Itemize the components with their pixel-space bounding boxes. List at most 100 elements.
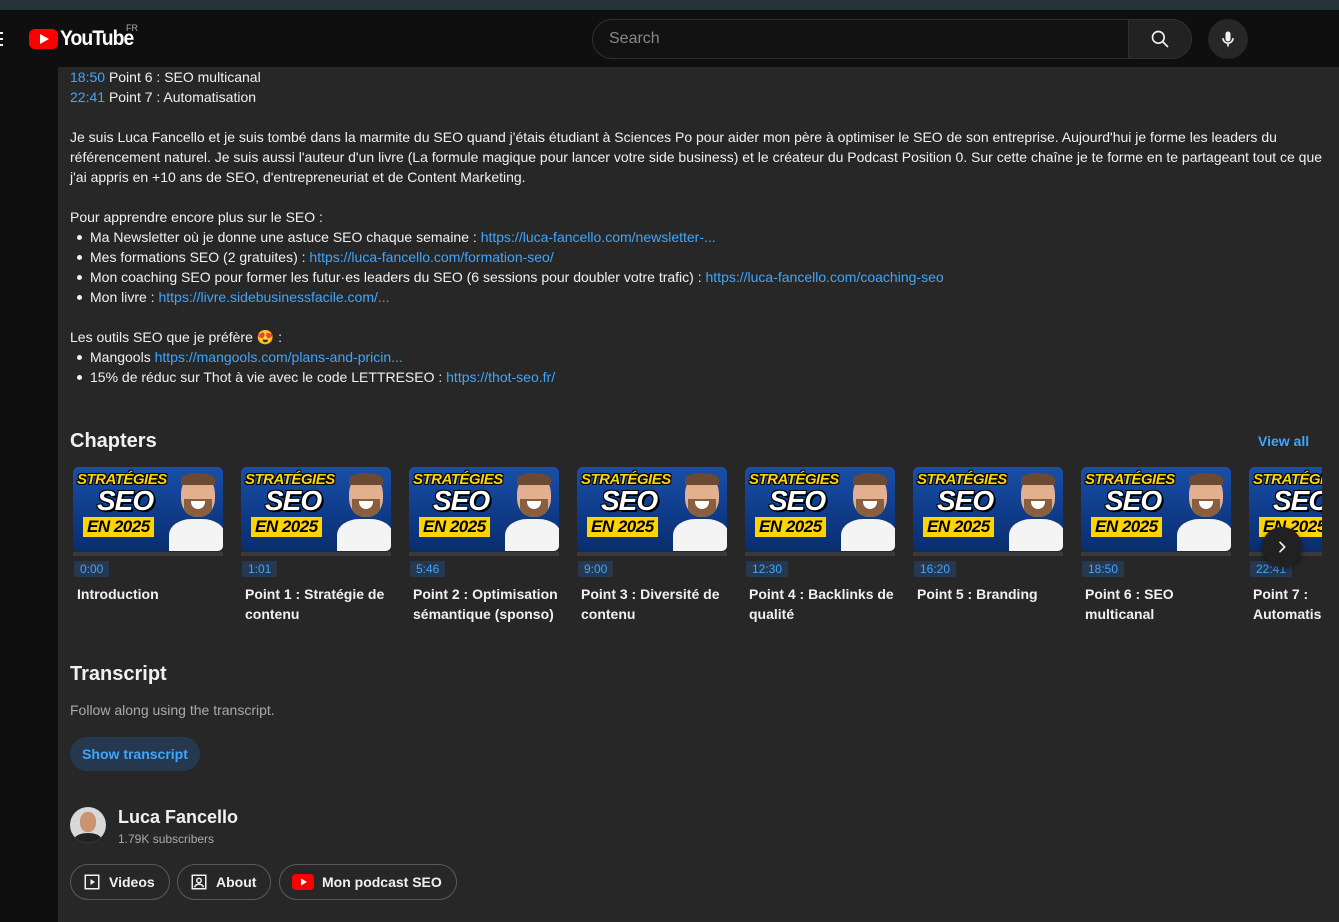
chapter-title: Point 6 : SEO multicanal bbox=[1085, 586, 1174, 622]
description-chapter-line: 22:41 Point 7 : Automatisation bbox=[70, 89, 257, 105]
window-top-strip bbox=[0, 0, 1339, 10]
chapter-timestamp: 18:50 bbox=[1082, 561, 1125, 577]
list-item: Mon livre : https://livre.sidebusinessfa… bbox=[70, 287, 1330, 307]
chapter-card[interactable]: STRATÉGIES SEO EN 2025 5:46 Point 2 : Optimi… bbox=[406, 463, 574, 633]
thumbnail-text: EN 2025 bbox=[587, 517, 658, 537]
presenter-image bbox=[337, 469, 391, 551]
chapter-progress-bar bbox=[577, 552, 727, 556]
presenter-image bbox=[673, 469, 727, 551]
chapter-thumbnail[interactable]: STRATÉGIESSEOEN 2025 bbox=[745, 467, 895, 551]
subscriber-count: 1.79K subscribers bbox=[118, 832, 215, 846]
thumbnail-text: EN 2025 bbox=[83, 517, 154, 537]
search-icon bbox=[1151, 30, 1169, 48]
chapter-card[interactable]: STRATÉGIES SEO EN 2025 1:01 Point 1 : Straté… bbox=[238, 463, 406, 633]
chapters-title: Chapters bbox=[70, 430, 157, 452]
channel-bio: Je suis Luca Fancello et je suis tombé d… bbox=[70, 129, 1323, 185]
external-link[interactable]: https://luca-fancello.com/newsletter-... bbox=[481, 229, 716, 245]
profile-card-icon bbox=[191, 874, 207, 890]
chapter-card[interactable]: STRATÉGIES SEO EN 2025 18:50 Point 6 : SEO m… bbox=[1078, 463, 1246, 633]
about-button[interactable]: About bbox=[177, 864, 272, 900]
chapter-thumbnail[interactable]: STRATÉGIESSEOEN 2025 bbox=[73, 467, 223, 551]
chapter-progress-bar bbox=[409, 552, 559, 556]
thumbnail-text: SEO bbox=[937, 485, 994, 516]
list-item: Ma Newsletter où je donne une astuce SEO… bbox=[70, 227, 1330, 247]
chapter-title: Point 4 : Backlinks de qualité bbox=[749, 586, 894, 622]
chapter-thumbnail[interactable]: STRATÉGIESSEOEN 2025 bbox=[1081, 467, 1231, 551]
channel-avatar[interactable] bbox=[70, 807, 106, 843]
country-code: FR bbox=[126, 23, 138, 33]
presenter-image bbox=[841, 469, 895, 551]
thumbnail-text: SEO bbox=[265, 485, 322, 516]
chapter-title: Introduction bbox=[77, 586, 159, 602]
chapter-progress-bar bbox=[241, 552, 391, 556]
timestamp-link[interactable]: 18:50 bbox=[70, 69, 105, 85]
search-box bbox=[592, 19, 1129, 59]
thumbnail-text: SEO bbox=[433, 485, 490, 516]
list-item: Mon coaching SEO pour former les futur·e… bbox=[70, 267, 1330, 287]
thumbnail-text: EN 2025 bbox=[755, 517, 826, 537]
presenter-image bbox=[1177, 469, 1231, 551]
chapter-card[interactable]: STRATÉGIES SEO EN 2025 12:30 Point 4 : Backl… bbox=[742, 463, 910, 633]
chapter-timestamp: 9:00 bbox=[578, 561, 614, 577]
show-transcript-button[interactable]: Show transcript bbox=[70, 737, 200, 771]
chapter-title: Point 2 : Optimisation sémantique (spons… bbox=[413, 586, 558, 622]
chapter-card[interactable]: STRATÉGIES SEO EN 2025 9:00 Point 3 : Divers… bbox=[574, 463, 742, 633]
tools-heading: Les outils SEO que je préfère 😍 : bbox=[70, 329, 282, 345]
thumbnail-text: SEO bbox=[769, 485, 826, 516]
timestamp-link[interactable]: 22:41 bbox=[70, 89, 105, 105]
thumbnail-text: EN 2025 bbox=[1091, 517, 1162, 537]
thumbnail-text: EN 2025 bbox=[923, 517, 994, 537]
external-link[interactable]: https://thot-seo.fr/ bbox=[446, 369, 555, 385]
chapter-thumbnail[interactable]: STRATÉGIESSEOEN 2025 bbox=[409, 467, 559, 551]
left-gutter bbox=[0, 67, 58, 922]
channel-name[interactable]: Luca Fancello bbox=[118, 807, 238, 828]
play-box-icon bbox=[84, 874, 100, 890]
search-button[interactable] bbox=[1128, 19, 1192, 59]
chapters-next-button[interactable] bbox=[1262, 527, 1302, 567]
thumbnail-text: SEO bbox=[601, 485, 658, 516]
chapter-thumbnail[interactable]: STRATÉGIESSEOEN 2025 bbox=[913, 467, 1063, 551]
external-link[interactable]: https://luca-fancello.com/coaching-seo bbox=[706, 269, 944, 285]
presenter-image bbox=[1009, 469, 1063, 551]
videos-button[interactable]: Videos bbox=[70, 864, 170, 900]
podcast-button[interactable]: Mon podcast SEO bbox=[279, 864, 457, 900]
chapter-progress-bar bbox=[73, 552, 223, 556]
search-input[interactable] bbox=[593, 20, 1128, 58]
external-link[interactable]: https://luca-fancello.com/formation-seo/ bbox=[309, 249, 553, 265]
chapter-timestamp: 1:01 bbox=[242, 561, 278, 577]
thumbnail-text: SEO bbox=[97, 485, 154, 516]
chapter-progress-bar bbox=[1081, 552, 1231, 556]
list-item: Mes formations SEO (2 gratuites) : https… bbox=[70, 247, 1330, 267]
external-link[interactable]: https://livre.sidebusinessfacile.com/... bbox=[158, 289, 389, 305]
chapter-title: Point 3 : Diversité de contenu bbox=[581, 586, 720, 622]
chapter-thumbnail[interactable]: STRATÉGIESSEOEN 2025 bbox=[577, 467, 727, 551]
chapter-timestamp: 16:20 bbox=[914, 561, 957, 577]
menu-icon[interactable] bbox=[0, 32, 4, 48]
presenter-image bbox=[169, 469, 223, 551]
clipped-line bbox=[70, 59, 1330, 67]
description-panel: 18:50 Point 6 : SEO multicanal 22:41 Poi… bbox=[58, 67, 1339, 922]
tools-list: Mangools https://mangools.com/plans-and-… bbox=[70, 347, 1330, 387]
chapter-title: Point 7 : Automatisation bbox=[1253, 586, 1322, 622]
youtube-logo[interactable]: YouTube FR bbox=[29, 23, 140, 50]
thumbnail-text: EN 2025 bbox=[251, 517, 322, 537]
description-chapter-line: 18:50 Point 6 : SEO multicanal bbox=[70, 69, 261, 85]
youtube-icon bbox=[292, 874, 314, 890]
voice-search-button[interactable] bbox=[1208, 19, 1248, 59]
chevron-right-icon bbox=[1279, 541, 1286, 553]
chapters-carousel: STRATÉGIES SEO EN 2025 0:00 Introduction STRA… bbox=[70, 463, 1322, 633]
microphone-icon bbox=[1222, 31, 1234, 47]
list-item: Mangools https://mangools.com/plans-and-… bbox=[70, 347, 1330, 367]
chapter-progress-bar bbox=[745, 552, 895, 556]
view-all-chapters-link[interactable]: View all bbox=[1258, 433, 1309, 449]
chapter-title: Point 1 : Stratégie de contenu bbox=[245, 586, 385, 622]
chapter-timestamp: 0:00 bbox=[74, 561, 110, 577]
transcript-title: Transcript bbox=[70, 663, 167, 685]
chapter-timestamp: 12:30 bbox=[746, 561, 789, 577]
chapter-card[interactable]: STRATÉGIES SEO EN 2025 0:00 Introduction bbox=[70, 463, 238, 633]
chapter-card[interactable]: STRATÉGIES SEO EN 2025 16:20 Point 5 : Brand… bbox=[910, 463, 1078, 633]
thumbnail-text: SEO bbox=[1105, 485, 1162, 516]
chapter-thumbnail[interactable]: STRATÉGIESSEOEN 2025 bbox=[241, 467, 391, 551]
learn-list: Ma Newsletter où je donne une astuce SEO… bbox=[70, 227, 1330, 307]
external-link[interactable]: https://mangools.com/plans-and-pricin... bbox=[155, 349, 403, 365]
